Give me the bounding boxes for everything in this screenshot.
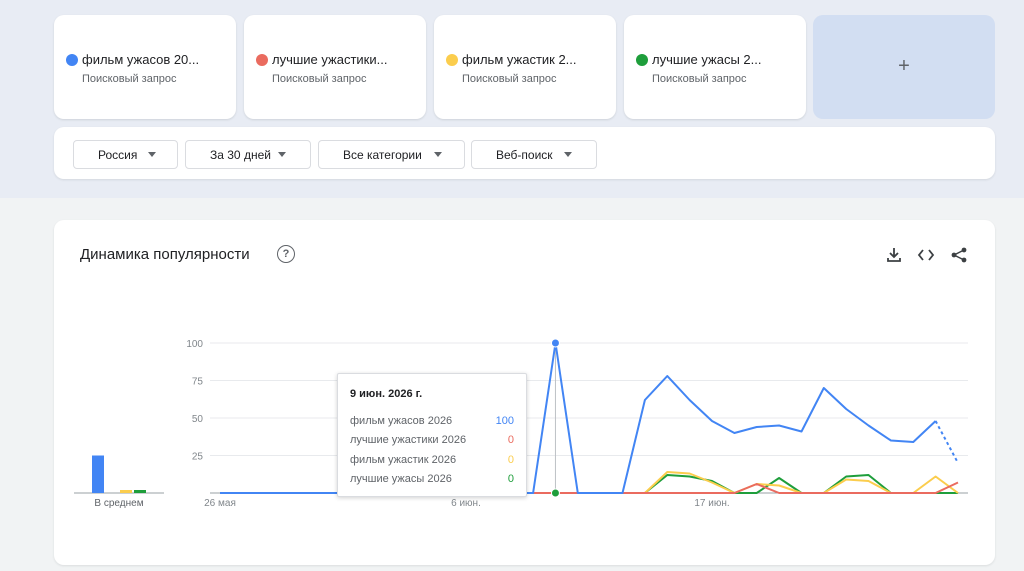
filter-bar: Россия За 30 дней Все категории Веб-поис… <box>54 127 995 179</box>
category-filter[interactable]: Все категории <box>318 140 465 169</box>
region-filter-label: Россия <box>98 148 138 162</box>
tooltip-series-name: фильм ужастик 2026 <box>350 454 457 466</box>
term-type: Поисковый запрос <box>82 73 177 85</box>
term-name: фильм ужастик 2... <box>462 52 577 67</box>
term-name: фильм ужасов 20... <box>82 52 200 67</box>
share-icon[interactable] <box>950 246 968 264</box>
term-card-2[interactable]: лучшие ужастики... Поисковый запрос <box>244 15 426 119</box>
add-term-button[interactable]: + <box>813 15 995 119</box>
term-card-1[interactable]: фильм ужасов 20... Поисковый запрос <box>54 15 236 119</box>
tooltip-row: фильм ужасов 2026 100 <box>350 415 514 429</box>
term-name: лучшие ужастики... <box>272 52 388 67</box>
caret-down-icon <box>434 152 442 157</box>
term-type: Поисковый запрос <box>272 73 367 85</box>
term-type: Поисковый запрос <box>462 73 557 85</box>
tooltip-series-value: 100 <box>495 415 514 427</box>
embed-code-icon[interactable] <box>917 246 935 264</box>
plus-icon: + <box>898 55 910 77</box>
tooltip-series-value: 0 <box>507 473 514 485</box>
tooltip-row: лучшие ужасы 2026 0 <box>350 473 514 487</box>
category-filter-label: Все категории <box>343 148 422 162</box>
tooltip-row: фильм ужастик 2026 0 <box>350 454 514 468</box>
region-filter[interactable]: Россия <box>73 140 178 169</box>
tooltip-series-name: фильм ужасов 2026 <box>350 415 453 427</box>
period-filter-label: За 30 дней <box>210 148 271 162</box>
tooltip-row: лучшие ужастики 2026 0 <box>350 434 514 448</box>
term-card-3[interactable]: фильм ужастик 2... Поисковый запрос <box>434 15 616 119</box>
tooltip-series-value: 0 <box>507 434 514 446</box>
caret-down-icon <box>278 152 286 157</box>
help-icon[interactable]: ? <box>277 245 295 263</box>
tooltip-date: 9 июн. 2026 г. <box>350 388 423 400</box>
search-type-filter-label: Веб-поиск <box>496 148 553 162</box>
tooltip-series-value: 0 <box>507 454 514 466</box>
term-color-dot <box>446 54 458 66</box>
tooltip-series-name: лучшие ужастики 2026 <box>350 434 467 446</box>
tooltip-series-name: лучшие ужасы 2026 <box>350 473 452 485</box>
term-color-dot <box>66 54 78 66</box>
search-type-filter[interactable]: Веб-поиск <box>471 140 597 169</box>
term-color-dot <box>636 54 648 66</box>
term-name: лучшие ужасы 2... <box>652 52 762 67</box>
period-filter[interactable]: За 30 дней <box>185 140 311 169</box>
download-icon[interactable] <box>885 246 903 264</box>
term-color-dot <box>256 54 268 66</box>
caret-down-icon <box>148 152 156 157</box>
term-card-4[interactable]: лучшие ужасы 2... Поисковый запрос <box>624 15 806 119</box>
term-type: Поисковый запрос <box>652 73 747 85</box>
caret-down-icon <box>564 152 572 157</box>
panel-title: Динамика популярности <box>80 246 250 263</box>
chart-tooltip: 9 июн. 2026 г. фильм ужасов 2026 100 луч… <box>337 373 527 497</box>
